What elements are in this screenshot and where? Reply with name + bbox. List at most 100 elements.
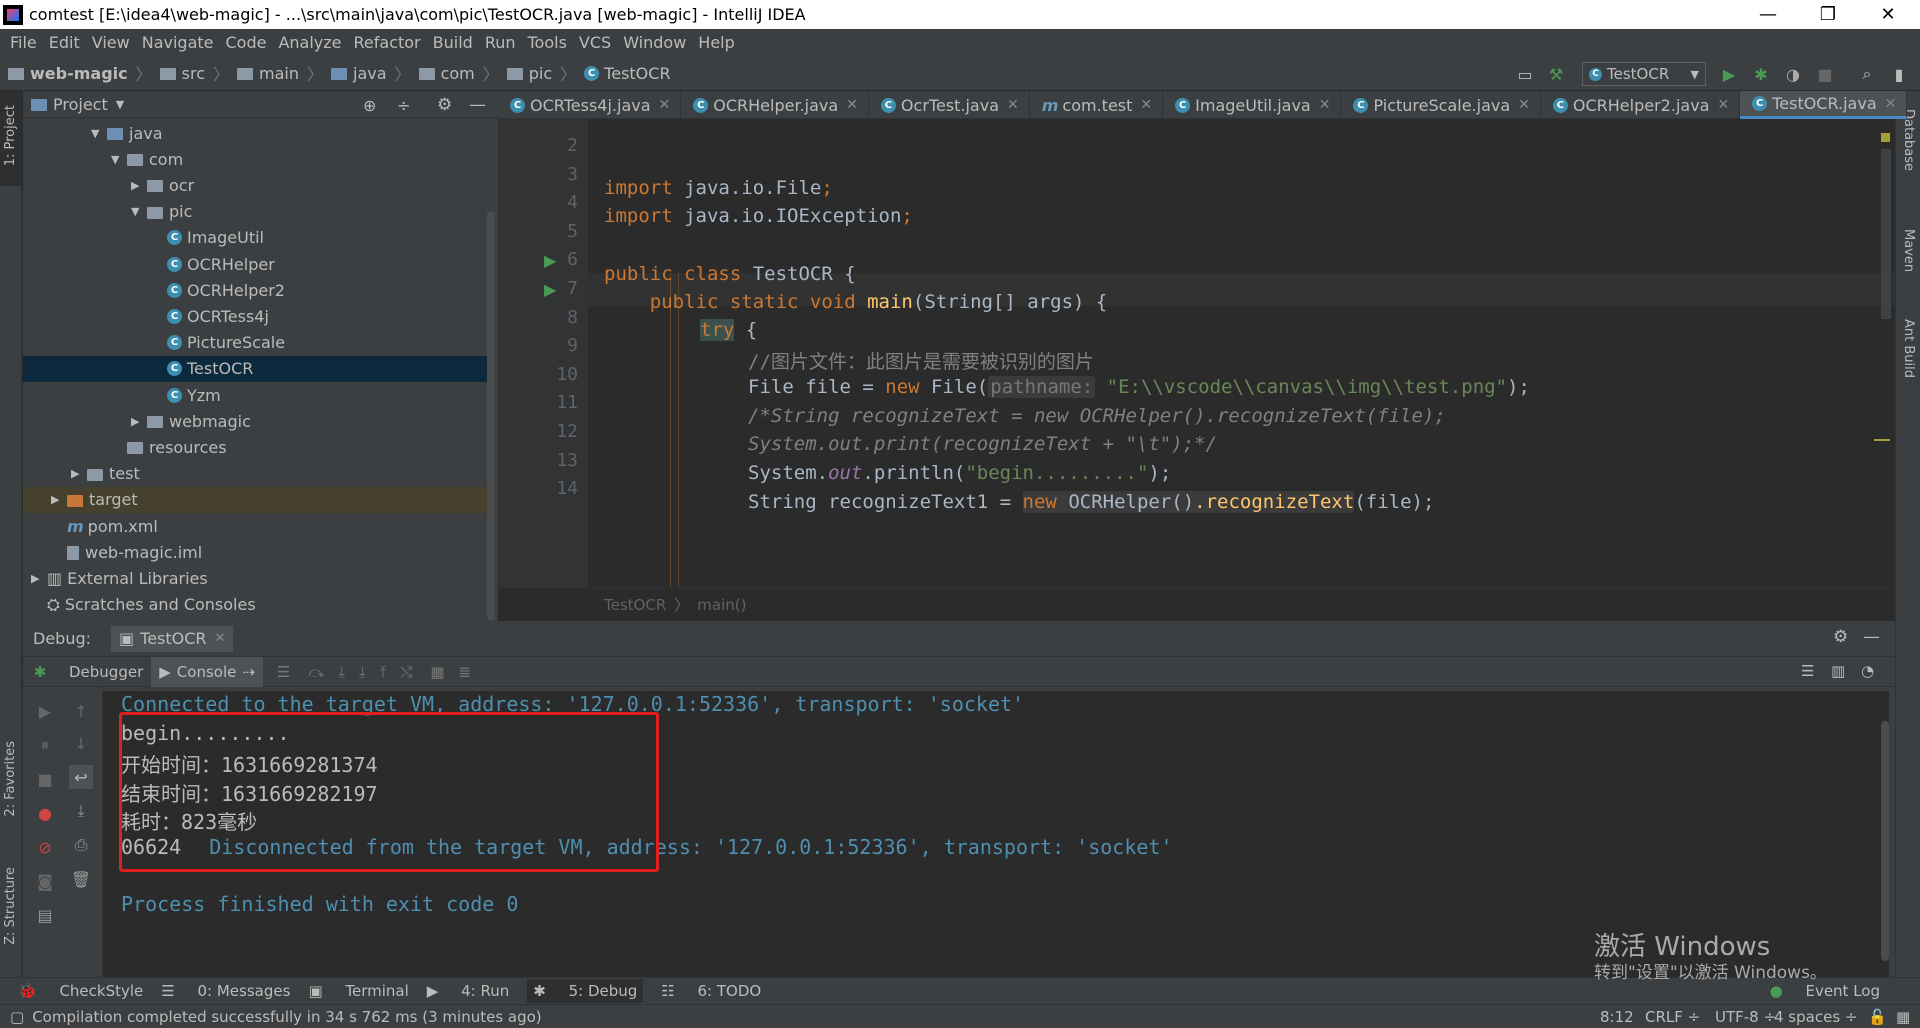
tool-checkstyle[interactable]: 🐞 CheckStyle bbox=[18, 982, 143, 1000]
coverage-icon[interactable]: ◑ bbox=[1782, 63, 1804, 85]
menu-run[interactable]: Run bbox=[479, 33, 522, 52]
chevron-down-icon[interactable]: ▼ bbox=[91, 127, 107, 140]
editor-tab[interactable]: C ImageUtil.java ✕ bbox=[1163, 91, 1342, 119]
editor-tab[interactable]: m com.test ✕ bbox=[1030, 91, 1164, 119]
tree-item[interactable]: C Yzm bbox=[23, 382, 487, 408]
tool-window-favorites[interactable]: 2: Favorites bbox=[3, 741, 18, 817]
code-crumb-class[interactable]: TestOCR bbox=[604, 596, 666, 614]
editor-tab[interactable]: C OCRHelper.java ✕ bbox=[681, 91, 869, 119]
chevron-right-icon[interactable]: ▶ bbox=[31, 572, 47, 585]
gear-icon[interactable]: ⚙ bbox=[437, 95, 452, 115]
chevron-right-icon[interactable]: ▶ bbox=[71, 467, 87, 480]
console-scrollbar[interactable] bbox=[1881, 721, 1889, 961]
close-icon[interactable]: ✕ bbox=[1007, 97, 1019, 113]
chevron-right-icon[interactable]: ▶ bbox=[51, 493, 67, 506]
tree-item[interactable]: ▶ ocr bbox=[23, 172, 487, 198]
debug-bug-icon[interactable]: ✱ bbox=[23, 657, 57, 687]
status-toggle-icon[interactable]: ▢ bbox=[10, 1008, 24, 1026]
drop-frame-icon[interactable]: ⤭ bbox=[400, 663, 412, 681]
project-panel-title[interactable]: Project bbox=[53, 95, 108, 114]
chevron-down-icon[interactable]: ▼ bbox=[111, 153, 127, 166]
down-arrow-icon[interactable]: ↓ bbox=[69, 731, 93, 755]
tree-item[interactable]: ▶ ▥ External Libraries bbox=[23, 565, 487, 591]
breadcrumb-project[interactable]: web-magic 〉 bbox=[8, 61, 152, 85]
tree-item[interactable]: ▶ webmagic bbox=[23, 408, 487, 434]
menu-vcs[interactable]: VCS bbox=[573, 33, 617, 52]
tree-item[interactable]: C OCRHelper2 bbox=[23, 277, 487, 303]
indent-setting[interactable]: 4 spaces ÷ bbox=[1774, 1008, 1857, 1026]
tool-window-maven[interactable]: Maven bbox=[1901, 229, 1916, 272]
stop-icon[interactable]: ■ bbox=[33, 767, 57, 791]
tool-window-project[interactable]: 1: Project bbox=[3, 105, 18, 166]
mute-breakpoints-icon[interactable]: ⊘ bbox=[33, 835, 57, 859]
breadcrumb-pic[interactable]: pic 〉 bbox=[506, 61, 576, 85]
editor-tab[interactable]: C PictureScale.java ✕ bbox=[1341, 91, 1541, 119]
code-crumb-method[interactable]: main() bbox=[697, 596, 746, 614]
more-icon[interactable]: ▮ bbox=[1888, 63, 1910, 85]
rerun-icon[interactable]: ▶ bbox=[33, 699, 57, 723]
build-hammer-icon[interactable]: ⚒ bbox=[1545, 63, 1567, 85]
tool-event-log[interactable]: ● Event Log bbox=[1752, 982, 1880, 1000]
step-over-icon[interactable]: ⤼ bbox=[308, 663, 324, 681]
tree-item[interactable]: resources bbox=[23, 434, 487, 460]
chevron-right-icon[interactable]: ▶ bbox=[131, 179, 147, 192]
tool-window-ant[interactable]: Ant Build bbox=[1901, 319, 1916, 378]
scroll-end-icon[interactable]: ⤓ bbox=[69, 799, 93, 823]
tab-debugger[interactable]: Debugger bbox=[69, 663, 143, 681]
settings-icon[interactable]: ▤ bbox=[33, 903, 57, 927]
tree-item[interactable]: C ImageUtil bbox=[23, 225, 487, 251]
breadcrumb-java[interactable]: java 〉 bbox=[331, 61, 411, 85]
close-icon[interactable]: ✕ bbox=[1319, 97, 1331, 113]
caret-position[interactable]: 8:12 bbox=[1600, 1008, 1634, 1026]
run-icon[interactable]: ▶ bbox=[1718, 63, 1740, 85]
menu-build[interactable]: Build bbox=[427, 33, 479, 52]
step-into-icon[interactable]: ⤓ bbox=[338, 663, 345, 681]
pause-icon[interactable]: ⏸ bbox=[33, 733, 57, 757]
close-icon[interactable]: ✕ bbox=[1140, 97, 1152, 113]
restore-button[interactable]: ❐ bbox=[1800, 0, 1856, 29]
view-breakpoints-icon[interactable]: ● bbox=[33, 801, 57, 825]
menu-edit[interactable]: Edit bbox=[43, 33, 86, 52]
close-icon[interactable]: ✕ bbox=[215, 631, 226, 646]
tree-item[interactable]: web-magic.iml bbox=[23, 539, 487, 565]
tree-item[interactable]: ▼ pic bbox=[23, 199, 487, 225]
tool-terminal[interactable]: ▣ Terminal bbox=[308, 982, 408, 1000]
menu-navigate[interactable]: Navigate bbox=[136, 33, 220, 52]
tree-item[interactable]: ▶ target bbox=[23, 486, 487, 513]
tree-item[interactable]: ▶ test bbox=[23, 461, 487, 487]
tree-item[interactable]: C OCRHelper bbox=[23, 251, 487, 277]
tool-todo[interactable]: ☷ 6: TODO bbox=[661, 982, 761, 1000]
print-icon[interactable]: ⎙ bbox=[69, 833, 93, 857]
tree-item[interactable]: ▼ java bbox=[23, 120, 487, 146]
menu-view[interactable]: View bbox=[86, 33, 136, 52]
menu-code[interactable]: Code bbox=[220, 33, 273, 52]
up-arrow-icon[interactable]: ↑ bbox=[69, 699, 93, 723]
menu-window[interactable]: Window bbox=[617, 33, 692, 52]
soft-wrap-icon[interactable]: ↩ bbox=[69, 765, 93, 789]
editor-scrollbar[interactable] bbox=[1881, 149, 1891, 319]
memory-icon[interactable]: ▦ bbox=[1896, 1008, 1910, 1026]
debug-bug-icon[interactable]: ✱ bbox=[1750, 63, 1772, 85]
layout-icon[interactable]: ☰ bbox=[1801, 662, 1814, 680]
restore-layout-icon[interactable]: ▥ bbox=[1831, 662, 1845, 680]
search-icon[interactable]: ⌕ bbox=[1856, 63, 1878, 85]
chevron-down-icon[interactable]: ▼ bbox=[116, 98, 124, 111]
close-icon[interactable]: ✕ bbox=[1717, 97, 1729, 113]
collapse-icon[interactable]: ÷ bbox=[397, 96, 410, 115]
tree-scrollbar[interactable] bbox=[487, 211, 495, 621]
editor-tab[interactable]: C TestOCR.java ✕ bbox=[1740, 91, 1908, 119]
gear-icon[interactable]: ⚙ bbox=[1833, 627, 1848, 647]
trash-icon[interactable]: 🗑 bbox=[69, 867, 93, 891]
code-area[interactable]: import java.io.File; import java.io.IOEx… bbox=[498, 119, 1895, 587]
hide-icon[interactable]: — bbox=[1863, 627, 1880, 647]
tree-item[interactable]: C PictureScale bbox=[23, 330, 487, 356]
tab-console[interactable]: ▶ Console ⇢ bbox=[151, 656, 263, 687]
close-icon[interactable]: ✕ bbox=[659, 97, 671, 113]
locate-icon[interactable]: ⊕ bbox=[363, 96, 376, 115]
hide-icon[interactable]: — bbox=[469, 95, 486, 115]
tool-debug[interactable]: ✱ 5: Debug bbox=[527, 979, 644, 1003]
tool-messages[interactable]: ☰ 0: Messages bbox=[161, 982, 290, 1000]
close-icon[interactable]: ✕ bbox=[1518, 97, 1530, 113]
breadcrumb-testocr[interactable]: C TestOCR bbox=[584, 64, 671, 83]
force-step-into-icon[interactable]: ⤓ bbox=[359, 663, 366, 681]
